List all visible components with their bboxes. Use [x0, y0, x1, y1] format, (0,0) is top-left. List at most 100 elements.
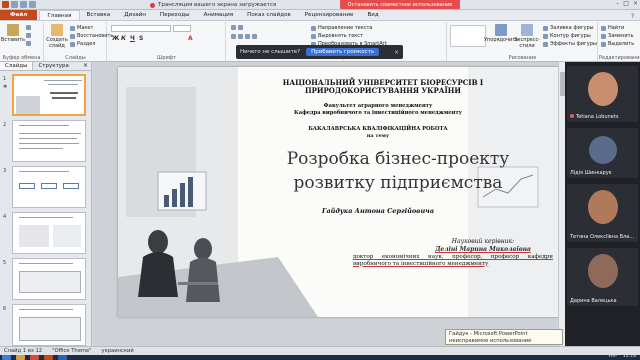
underline-button[interactable]: Ч [130, 35, 135, 42]
powerpoint-taskbar-icon[interactable] [44, 355, 53, 360]
maximize-button[interactable]: □ [623, 0, 629, 7]
align-text-button[interactable]: Выровнять текст [311, 33, 363, 39]
shape-effects-icon [543, 41, 548, 47]
stop-sharing-button[interactable]: Остановить совместное использование [340, 0, 460, 9]
windows-taskbar: УКР 12:18 [0, 354, 640, 360]
slide-thumbnail-4[interactable]: 4 [2, 212, 90, 256]
bullets-icon[interactable] [231, 25, 243, 30]
increase-volume-button[interactable]: Прибавить громкость [306, 48, 380, 56]
arrange-button[interactable]: Упорядочить [484, 24, 518, 43]
slide[interactable]: НАЦІОНАЛЬНИЙ УНІВЕРСИТЕТ БІОРЕСУРСІВ І П… [118, 67, 562, 317]
slide-thumbnail-6[interactable]: 6 [2, 304, 90, 348]
status-bar: Слайд 1 из 12 "Office Theme" украинский [0, 346, 640, 355]
paste-label: Вставить [0, 37, 26, 43]
clock[interactable]: 12:18 [623, 354, 636, 359]
font-name-field[interactable] [111, 25, 171, 32]
participant-tile[interactable]: Дарина Валецька [567, 248, 638, 306]
close-pane-icon[interactable]: × [83, 62, 91, 70]
quick-styles-icon [521, 24, 533, 36]
slide-work-type: БАКАЛАВРСЬКА КВАЛІФІКАЦІЙНА РОБОТА [308, 126, 448, 132]
clipboard-group-label: Буфер обмена [2, 55, 41, 61]
shape-fill-button[interactable]: Заливка фигуры [543, 25, 594, 31]
help-icon[interactable]: ? [631, 13, 634, 20]
shape-outline-button[interactable]: Контур фигуры [543, 33, 591, 39]
close-button[interactable]: × [633, 0, 638, 7]
align-icons[interactable] [231, 34, 257, 39]
participant-tile[interactable]: Тетяна Олексіївна Вла... [567, 184, 638, 242]
language-indicator[interactable]: украинский [102, 348, 134, 354]
shadow-button[interactable]: S [139, 35, 143, 42]
transition-star-icon: ✱ [3, 84, 8, 90]
bold-button[interactable]: Ж [112, 35, 119, 42]
replace-button[interactable]: Заменить [601, 33, 634, 39]
select-button[interactable]: Выделить [601, 41, 634, 47]
undo-icon[interactable] [20, 1, 27, 8]
quick-access-toolbar [2, 1, 36, 8]
text-direction-button[interactable]: Направление текста [311, 25, 372, 31]
explorer-icon[interactable] [16, 355, 25, 360]
tab-transitions[interactable]: Переходы [153, 10, 197, 20]
layout-button[interactable]: Макет [70, 25, 93, 31]
slides-group-label: Слайды [65, 55, 86, 61]
participant-tile[interactable]: Tetiana Lobunets [567, 66, 638, 122]
vertical-scrollbar[interactable] [558, 62, 565, 346]
redo-icon[interactable] [29, 1, 36, 8]
font-group-label: Шрифт [157, 55, 176, 61]
quick-styles-label: Экспресс-стили [513, 37, 541, 49]
font-size-field[interactable] [173, 25, 191, 32]
start-icon[interactable] [2, 355, 11, 360]
tab-review[interactable]: Рецензирование [298, 10, 361, 20]
paste-button[interactable]: Вставить [0, 24, 26, 43]
section-button[interactable]: Раздел [70, 41, 95, 47]
slide-thumbnail-1[interactable]: 1 ✱ [2, 74, 90, 118]
tab-outline[interactable]: Структура [33, 62, 73, 70]
reset-button[interactable]: Восстановить [70, 33, 113, 39]
word-taskbar-icon[interactable] [58, 355, 67, 360]
slide-department: Кафедра виробничого та інвестиційного ме… [293, 110, 463, 116]
slide-number: 1 [3, 76, 7, 82]
shapes-gallery[interactable] [450, 25, 486, 47]
slide-supervisor-info: доктор економічних наук, професор, профе… [353, 254, 553, 267]
layout-icon [70, 25, 75, 31]
keyboard-language[interactable]: УКР [608, 354, 617, 359]
replace-label: Заменить [608, 33, 634, 39]
tab-animations[interactable]: Анимация [197, 10, 241, 20]
tab-slideshow[interactable]: Показ слайдов [240, 10, 298, 20]
minimize-button[interactable]: – [616, 0, 619, 7]
copy-icon[interactable] [26, 33, 31, 38]
clipboard-group: Вставить Буфер обмена [0, 22, 44, 61]
cut-icon[interactable] [26, 25, 31, 30]
quick-styles-button[interactable]: Экспресс-стили [514, 24, 540, 49]
slide-thumbnail-3[interactable]: 3 [2, 166, 90, 210]
format-painter-icon[interactable] [26, 41, 31, 46]
slide-thumbnail-5[interactable]: 5 [2, 258, 90, 302]
mic-muted-icon [570, 114, 574, 118]
align-text-icon [311, 33, 316, 39]
stream-notice-text: Трансляция вашего экрана загружается [158, 2, 277, 8]
participant-video [587, 190, 618, 224]
participant-tile[interactable]: Лідія Шинкарук [567, 128, 638, 178]
slide-thumbnail-2[interactable]: 2 [2, 120, 90, 164]
tab-home[interactable]: Главная [39, 10, 80, 20]
tab-view[interactable]: Вид [360, 10, 385, 20]
text-direction-label: Направление текста [318, 25, 373, 31]
slide-title[interactable]: Розробка бізнес-проекту розвитку підприє… [248, 147, 548, 195]
tab-file[interactable]: Файл [0, 10, 38, 20]
tab-slides[interactable]: Слайды [0, 62, 34, 70]
browser-icon[interactable] [30, 355, 39, 360]
close-notification-icon[interactable]: × [394, 49, 399, 56]
powerpoint-icon[interactable] [2, 1, 9, 8]
find-button[interactable]: Найти [601, 25, 624, 31]
italic-button[interactable]: К [121, 35, 126, 42]
tab-insert[interactable]: Вставка [80, 10, 118, 20]
section-icon [70, 41, 75, 47]
save-icon[interactable] [11, 1, 18, 8]
font-color-button[interactable]: A [188, 35, 193, 42]
shape-effects-button[interactable]: Эффекты фигуры [543, 41, 597, 47]
tab-design[interactable]: Дизайн [117, 10, 153, 20]
participant-name: Дарина Валецька [570, 298, 617, 304]
reset-icon [70, 33, 75, 39]
shape-outline-label: Контур фигуры [550, 33, 591, 39]
new-slide-button[interactable]: Создать слайд [46, 24, 68, 49]
video-participants-panel: Tetiana Lobunets Лідія Шинкарук Тетяна О… [565, 62, 640, 346]
